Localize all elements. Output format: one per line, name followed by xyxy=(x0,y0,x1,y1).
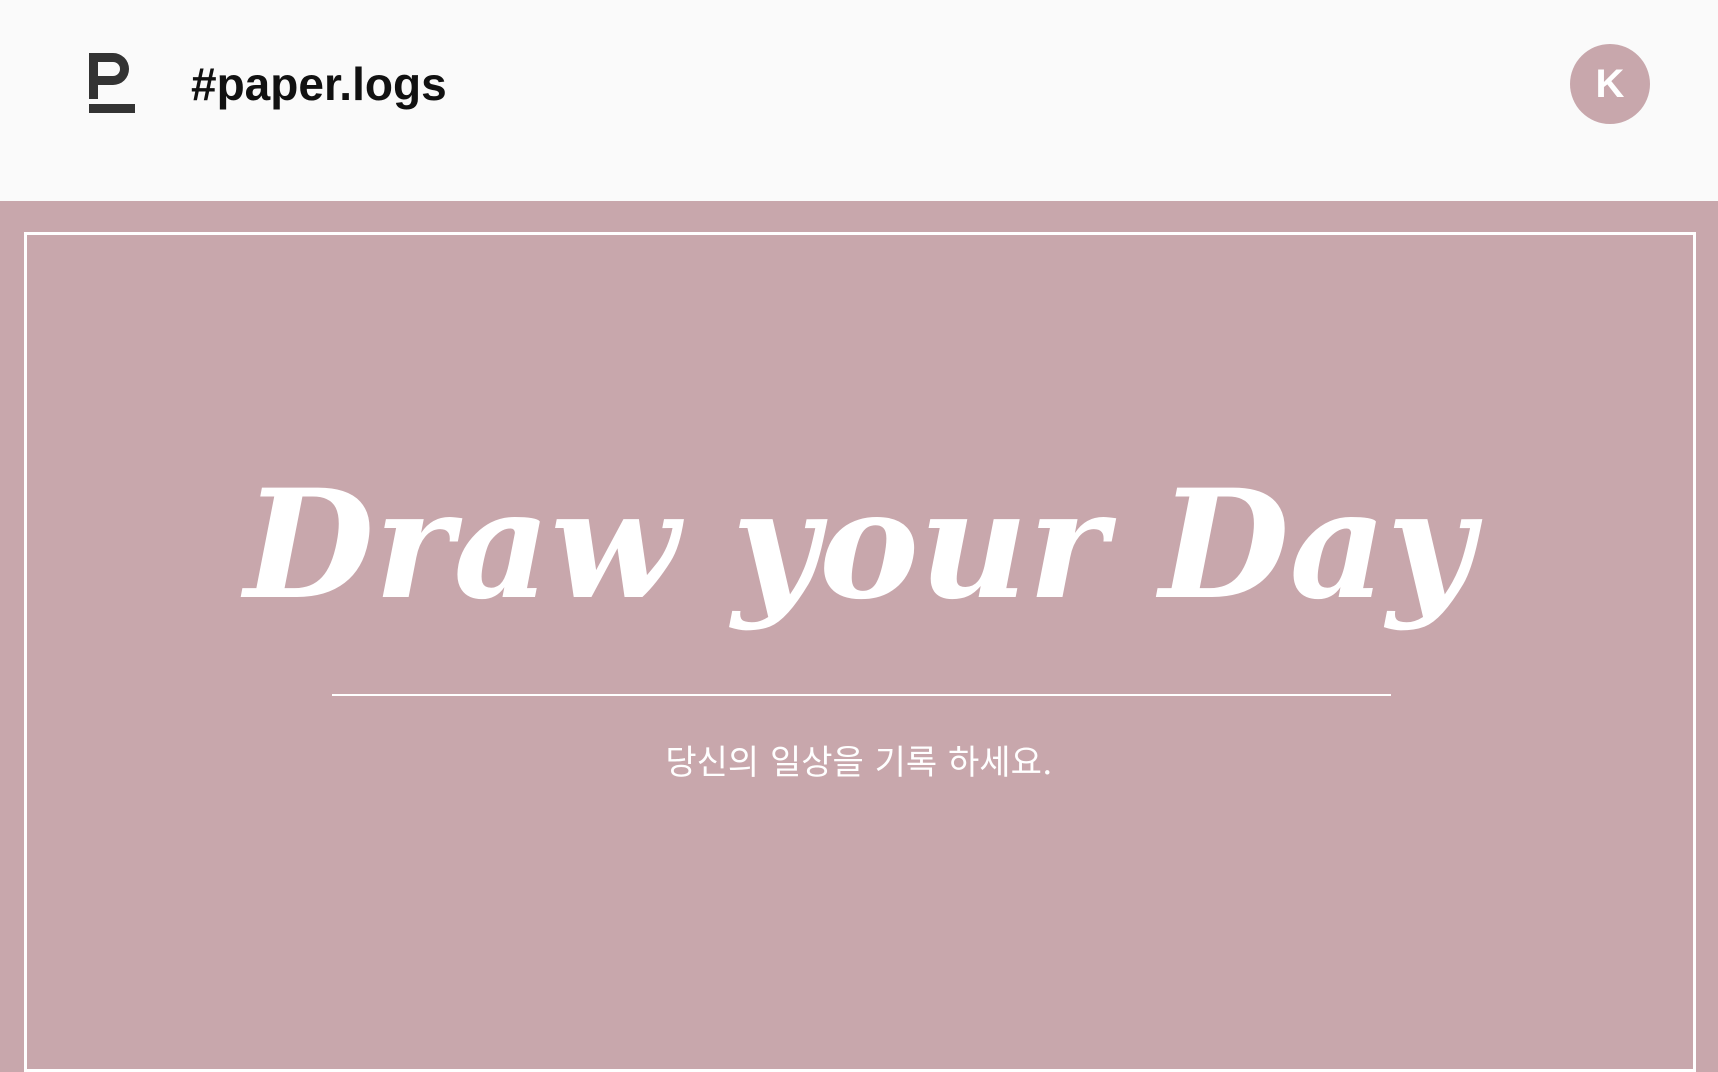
site-title[interactable]: #paper.logs xyxy=(191,56,447,112)
hero-subtitle: 당신의 일상을 기록 하세요. xyxy=(665,743,1053,783)
top-header: #paper.logs K xyxy=(0,0,1718,201)
paper-logo-icon[interactable] xyxy=(89,53,135,113)
hero-headline: Draw your Day xyxy=(244,457,1474,633)
hero-frame xyxy=(24,232,1696,1072)
hero-divider xyxy=(332,694,1391,696)
user-avatar[interactable]: K xyxy=(1570,44,1650,124)
